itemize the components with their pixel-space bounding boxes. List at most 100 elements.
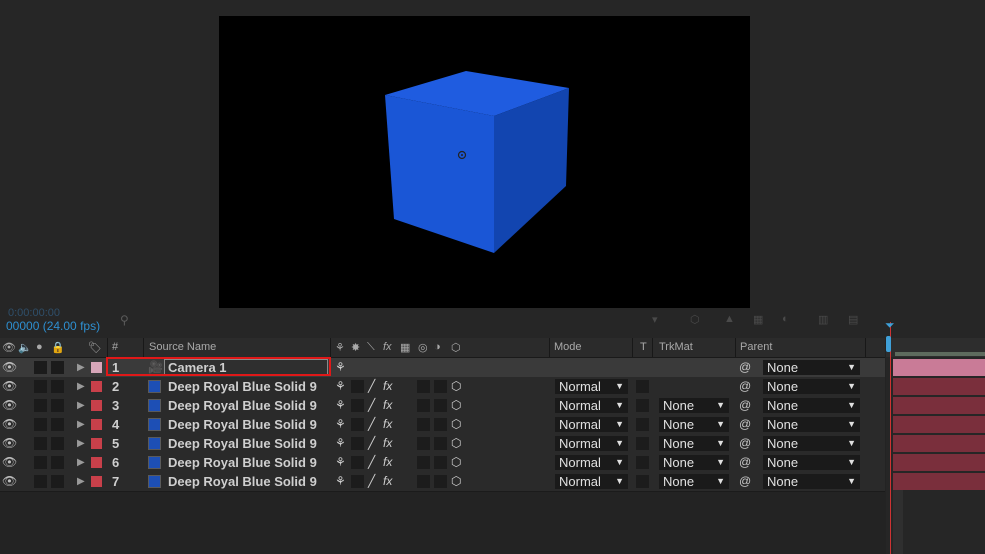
preserve-transparency-switch[interactable] bbox=[636, 456, 649, 469]
parent-pickwhip-icon[interactable]: @ bbox=[739, 415, 751, 434]
expand-triangle-icon[interactable]: ▶ bbox=[77, 453, 85, 472]
motion-blur-icon[interactable]: ◐ bbox=[782, 313, 796, 325]
collapse-switch[interactable] bbox=[351, 399, 364, 412]
quality-icon[interactable]: ╱ bbox=[368, 453, 375, 472]
eye-icon[interactable]: 👁 bbox=[2, 377, 17, 396]
timeline-scrollbar[interactable] bbox=[893, 490, 903, 554]
layer-name[interactable]: Deep Royal Blue Solid 9 bbox=[168, 415, 317, 434]
motion-blur-switch[interactable] bbox=[417, 380, 430, 393]
solo-toggle[interactable] bbox=[51, 475, 64, 488]
preserve-transparency-switch[interactable] bbox=[636, 418, 649, 431]
layer-label-color[interactable] bbox=[91, 362, 102, 373]
draft-3d-icon[interactable]: ⬡ bbox=[690, 313, 704, 326]
layer-label-color[interactable] bbox=[91, 400, 102, 411]
mode-dropdown[interactable]: Normal ▼ bbox=[555, 417, 628, 432]
solo-toggle[interactable] bbox=[51, 399, 64, 412]
solo-toggle[interactable] bbox=[51, 437, 64, 450]
layer-name[interactable]: Deep Royal Blue Solid 9 bbox=[168, 377, 317, 396]
quality-icon[interactable]: ╱ bbox=[368, 396, 375, 415]
mode-header[interactable]: Mode bbox=[554, 341, 582, 353]
quality-icon[interactable]: ⟍ bbox=[367, 341, 375, 354]
shy-icon[interactable]: ⚘ bbox=[335, 434, 346, 453]
label-icon[interactable]: 🏷 bbox=[88, 341, 102, 354]
adjustment-switch[interactable] bbox=[434, 456, 447, 469]
audio-toggle[interactable] bbox=[34, 380, 47, 393]
frame-blend-icon[interactable]: ▦ bbox=[400, 341, 410, 354]
collapse-switch[interactable] bbox=[351, 456, 364, 469]
layer-label-color[interactable] bbox=[91, 438, 102, 449]
trkmat-dropdown[interactable]: None ▼ bbox=[659, 455, 729, 470]
layer-duration-bar[interactable] bbox=[893, 359, 985, 376]
layer-row[interactable]: 👁 ▶ 5 Deep Royal Blue Solid 9 ⚘ ╱ fx ⬡ Normal ▼ No… bbox=[0, 434, 885, 454]
fx-icon[interactable]: fx bbox=[383, 453, 392, 472]
shy-icon[interactable]: ⚘ bbox=[335, 377, 346, 396]
preserve-transparency-switch[interactable] bbox=[636, 380, 649, 393]
3d-layer-icon[interactable]: ⬡ bbox=[451, 434, 461, 453]
quality-icon[interactable]: ╱ bbox=[368, 472, 375, 491]
composition-canvas[interactable] bbox=[219, 16, 750, 314]
fx-icon[interactable]: fx bbox=[383, 434, 392, 453]
motion-blur-switch[interactable] bbox=[417, 475, 430, 488]
eye-icon[interactable]: 👁 bbox=[2, 341, 16, 354]
parent-header[interactable]: Parent bbox=[740, 341, 772, 353]
parent-pickwhip-icon[interactable]: @ bbox=[739, 434, 751, 453]
parent-dropdown[interactable]: None ▼ bbox=[763, 436, 860, 451]
preserve-transparency-switch[interactable] bbox=[636, 475, 649, 488]
3d-layer-icon[interactable]: ⬡ bbox=[451, 341, 461, 354]
motion-blur-switch[interactable] bbox=[417, 456, 430, 469]
source-name-header[interactable]: Source Name bbox=[149, 341, 216, 353]
parent-pickwhip-icon[interactable]: @ bbox=[739, 358, 751, 377]
layer-row[interactable]: 👁 ▶ 2 Deep Royal Blue Solid 9 ⚘ ╱ fx ⬡ Normal ▼ @ N… bbox=[0, 377, 885, 397]
lock-toggle[interactable] bbox=[68, 361, 74, 374]
shy-icon[interactable]: ⚘ bbox=[335, 472, 346, 491]
3d-layer-icon[interactable]: ⬡ bbox=[451, 415, 461, 434]
layer-duration-bar[interactable] bbox=[893, 378, 985, 395]
trkmat-header[interactable]: TrkMat bbox=[659, 341, 693, 353]
layer-name[interactable]: Deep Royal Blue Solid 9 bbox=[168, 434, 317, 453]
parent-pickwhip-icon[interactable]: @ bbox=[739, 396, 751, 415]
adjustment-switch[interactable] bbox=[434, 418, 447, 431]
collapse-switch[interactable] bbox=[351, 475, 364, 488]
collapse-switch[interactable] bbox=[351, 380, 364, 393]
layer-row[interactable]: 👁 ▶ 7 Deep Royal Blue Solid 9 ⚘ ╱ fx ⬡ Normal ▼ No… bbox=[0, 472, 885, 492]
motion-blur-icon[interactable]: ◎ bbox=[418, 341, 428, 354]
audio-toggle[interactable] bbox=[34, 456, 47, 469]
timecode-display[interactable]: 0:00:00:00 bbox=[8, 307, 60, 319]
lock-toggle[interactable] bbox=[68, 418, 74, 431]
hide-shy-layers-icon[interactable]: ▲ bbox=[724, 313, 738, 325]
audio-toggle[interactable] bbox=[34, 361, 47, 374]
expand-triangle-icon[interactable]: ▶ bbox=[77, 472, 85, 491]
quality-icon[interactable]: ╱ bbox=[368, 377, 375, 396]
shy-icon[interactable]: ⚘ bbox=[335, 341, 345, 354]
parent-dropdown[interactable]: None ▼ bbox=[763, 360, 860, 375]
composition-mini-flowchart-icon[interactable]: ▾ bbox=[652, 313, 666, 326]
layer-label-color[interactable] bbox=[91, 476, 102, 487]
layer-row[interactable]: 👁 ▶ 6 Deep Royal Blue Solid 9 ⚘ ╱ fx ⬡ Normal ▼ No… bbox=[0, 453, 885, 473]
layer-name[interactable]: Deep Royal Blue Solid 9 bbox=[168, 472, 317, 491]
parent-dropdown[interactable]: None ▼ bbox=[763, 474, 860, 489]
mode-dropdown[interactable]: Normal ▼ bbox=[555, 474, 628, 489]
expand-triangle-icon[interactable]: ▶ bbox=[77, 434, 85, 453]
parent-dropdown[interactable]: None ▼ bbox=[763, 379, 860, 394]
expand-triangle-icon[interactable]: ▶ bbox=[77, 415, 85, 434]
parent-dropdown[interactable]: None ▼ bbox=[763, 455, 860, 470]
3d-layer-icon[interactable]: ⬡ bbox=[451, 377, 461, 396]
eye-icon[interactable]: 👁 bbox=[2, 472, 17, 491]
layer-row[interactable]: 👁 ▶ 3 Deep Royal Blue Solid 9 ⚘ ╱ fx ⬡ Normal ▼ No… bbox=[0, 396, 885, 416]
layer-duration-bar[interactable] bbox=[893, 454, 985, 471]
layer-label-color[interactable] bbox=[91, 419, 102, 430]
eye-icon[interactable]: 👁 bbox=[2, 358, 17, 377]
search-icon[interactable]: ⚲ bbox=[120, 313, 129, 327]
speaker-icon[interactable]: 🔈 bbox=[18, 341, 32, 354]
shy-icon[interactable]: ⚘ bbox=[335, 453, 346, 472]
trkmat-dropdown[interactable]: None ▼ bbox=[659, 398, 729, 413]
trkmat-dropdown[interactable]: None ▼ bbox=[659, 474, 729, 489]
audio-toggle[interactable] bbox=[34, 418, 47, 431]
adjustment-icon[interactable]: ◑ bbox=[434, 341, 441, 353]
fx-icon[interactable]: fx bbox=[383, 415, 392, 434]
layer-label-color[interactable] bbox=[91, 381, 102, 392]
layer-name[interactable]: Deep Royal Blue Solid 9 bbox=[168, 453, 317, 472]
layer-duration-bar[interactable] bbox=[893, 416, 985, 433]
3d-layer-icon[interactable]: ⬡ bbox=[451, 453, 461, 472]
parent-pickwhip-icon[interactable]: @ bbox=[739, 472, 751, 491]
